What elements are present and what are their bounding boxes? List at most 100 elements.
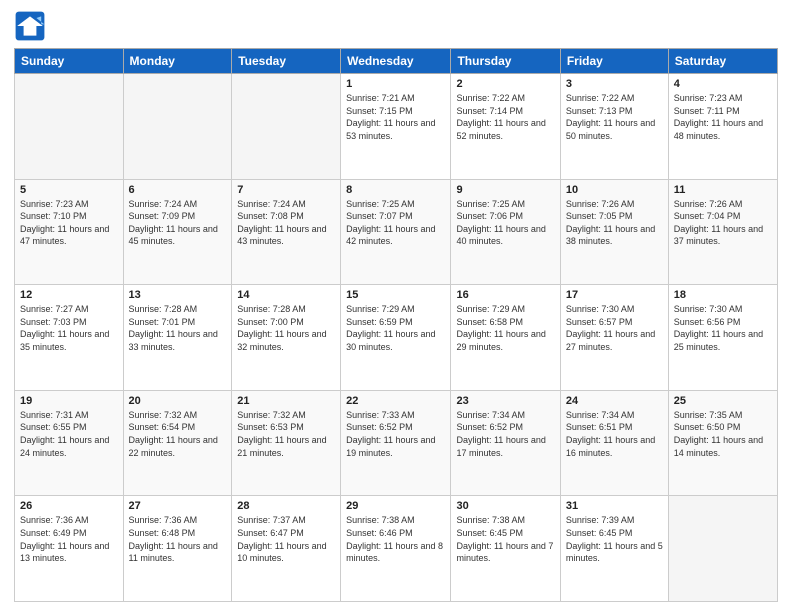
calendar-cell: 16Sunrise: 7:29 AMSunset: 6:58 PMDayligh… [451, 285, 560, 391]
day-number: 3 [566, 78, 663, 90]
cell-content: Sunrise: 7:28 AMSunset: 7:00 PMDaylight:… [237, 303, 335, 353]
day-number: 24 [566, 395, 663, 407]
day-number: 14 [237, 289, 335, 301]
calendar-cell: 23 Sunrise: 7:34 AMSunset: 6:52 PMDayligh… [451, 390, 560, 496]
calendar-header-row: SundayMondayTuesdayWednesdayThursdayFrid… [15, 49, 778, 74]
calendar-cell: 1 Sunrise: 7:21 AMSunset: 7:15 PMDaylight… [341, 74, 451, 180]
calendar-cell: 5 Sunrise: 7:23 AMSunset: 7:10 PMDaylight… [15, 179, 124, 285]
calendar-cell: 8 Sunrise: 7:25 AMSunset: 7:07 PMDaylight… [341, 179, 451, 285]
cell-content: Sunrise: 7:29 AMSunset: 6:59 PMDaylight:… [346, 303, 445, 353]
day-number: 8 [346, 184, 445, 196]
calendar-header-thursday: Thursday [451, 49, 560, 74]
calendar-cell: 27 Sunrise: 7:36 AMSunset: 6:48 PMDayligh… [123, 496, 232, 602]
day-number: 30 [456, 500, 554, 512]
calendar-header-monday: Monday [123, 49, 232, 74]
cell-content: Sunrise: 7:36 AMSunset: 6:48 PMDaylight:… [129, 514, 227, 564]
day-number: 20 [129, 395, 227, 407]
day-number: 7 [237, 184, 335, 196]
cell-content: Sunrise: 7:27 AMSunset: 7:03 PMDaylight:… [20, 303, 118, 353]
calendar-cell: 6Sunrise: 7:24 AMSunset: 7:09 PMDaylight… [123, 179, 232, 285]
calendar-header-tuesday: Tuesday [232, 49, 341, 74]
calendar-cell: 20 Sunrise: 7:32 AMSunset: 6:54 PMDayligh… [123, 390, 232, 496]
calendar-cell: 13Sunrise: 7:28 AMSunset: 7:01 PMDayligh… [123, 285, 232, 391]
calendar-cell: 11Sunrise: 7:26 AMSunset: 7:04 PMDayligh… [668, 179, 777, 285]
cell-content: Sunrise: 7:32 AMSunset: 6:53 PMDaylight:… [237, 409, 335, 459]
calendar-cell: 3 Sunrise: 7:22 AMSunset: 7:13 PMDaylight… [560, 74, 668, 180]
cell-content: Sunrise: 7:24 AMSunset: 7:08 PMDaylight:… [237, 198, 335, 248]
calendar-week-4: 19Sunrise: 7:31 AMSunset: 6:55 PMDayligh… [15, 390, 778, 496]
cell-content: Sunrise: 7:25 AMSunset: 7:06 PMDaylight:… [456, 198, 554, 248]
calendar-header-saturday: Saturday [668, 49, 777, 74]
cell-content: Sunrise: 7:32 AMSunset: 6:54 PMDaylight:… [129, 409, 227, 459]
day-number: 9 [456, 184, 554, 196]
cell-content: Sunrise: 7:21 AMSunset: 7:15 PMDaylight:… [346, 92, 445, 142]
day-number: 28 [237, 500, 335, 512]
day-number: 31 [566, 500, 663, 512]
cell-content: Sunrise: 7:30 AMSunset: 6:56 PMDaylight:… [674, 303, 772, 353]
calendar-cell: 26Sunrise: 7:36 AMSunset: 6:49 PMDayligh… [15, 496, 124, 602]
day-number: 17 [566, 289, 663, 301]
calendar-cell: 24 Sunrise: 7:34 AMSunset: 6:51 PMDayligh… [560, 390, 668, 496]
calendar-cell: 19Sunrise: 7:31 AMSunset: 6:55 PMDayligh… [15, 390, 124, 496]
cell-content: Sunrise: 7:22 AMSunset: 7:14 PMDaylight:… [456, 92, 554, 142]
cell-content: Sunrise: 7:31 AMSunset: 6:55 PMDaylight:… [20, 409, 118, 459]
calendar-cell: 31 Sunrise: 7:39 AMSunset: 6:45 PMDayligh… [560, 496, 668, 602]
day-number: 5 [20, 184, 118, 196]
calendar-cell: 18 Sunrise: 7:30 AMSunset: 6:56 PMDayligh… [668, 285, 777, 391]
cell-content: Sunrise: 7:23 AMSunset: 7:10 PMDaylight:… [20, 198, 118, 248]
calendar-cell: 9 Sunrise: 7:25 AMSunset: 7:06 PMDaylight… [451, 179, 560, 285]
calendar-cell: 30 Sunrise: 7:38 AMSunset: 6:45 PMDayligh… [451, 496, 560, 602]
cell-content: Sunrise: 7:38 AMSunset: 6:46 PMDaylight:… [346, 514, 445, 564]
cell-content: Sunrise: 7:39 AMSunset: 6:45 PMDaylight:… [566, 514, 663, 564]
calendar-week-5: 26Sunrise: 7:36 AMSunset: 6:49 PMDayligh… [15, 496, 778, 602]
day-number: 22 [346, 395, 445, 407]
calendar-cell [123, 74, 232, 180]
calendar-cell: 14 Sunrise: 7:28 AMSunset: 7:00 PMDayligh… [232, 285, 341, 391]
day-number: 1 [346, 78, 445, 90]
day-number: 2 [456, 78, 554, 90]
calendar-cell [15, 74, 124, 180]
calendar-header-sunday: Sunday [15, 49, 124, 74]
cell-content: Sunrise: 7:30 AMSunset: 6:57 PMDaylight:… [566, 303, 663, 353]
day-number: 16 [456, 289, 554, 301]
calendar-cell: 28 Sunrise: 7:37 AMSunset: 6:47 PMDayligh… [232, 496, 341, 602]
cell-content: Sunrise: 7:26 AMSunset: 7:05 PMDaylight:… [566, 198, 663, 248]
calendar-week-2: 5 Sunrise: 7:23 AMSunset: 7:10 PMDaylight… [15, 179, 778, 285]
cell-content: Sunrise: 7:25 AMSunset: 7:07 PMDaylight:… [346, 198, 445, 248]
day-number: 25 [674, 395, 772, 407]
calendar-cell: 10 Sunrise: 7:26 AMSunset: 7:05 PMDayligh… [560, 179, 668, 285]
calendar-cell: 25 Sunrise: 7:35 AMSunset: 6:50 PMDayligh… [668, 390, 777, 496]
calendar-week-3: 12Sunrise: 7:27 AMSunset: 7:03 PMDayligh… [15, 285, 778, 391]
logo-icon [14, 10, 46, 42]
day-number: 6 [129, 184, 227, 196]
day-number: 15 [346, 289, 445, 301]
day-number: 4 [674, 78, 772, 90]
calendar-cell: 17 Sunrise: 7:30 AMSunset: 6:57 PMDayligh… [560, 285, 668, 391]
cell-content: Sunrise: 7:35 AMSunset: 6:50 PMDaylight:… [674, 409, 772, 459]
cell-content: Sunrise: 7:36 AMSunset: 6:49 PMDaylight:… [20, 514, 118, 564]
calendar-header-friday: Friday [560, 49, 668, 74]
calendar-cell: 29 Sunrise: 7:38 AMSunset: 6:46 PMDayligh… [341, 496, 451, 602]
cell-content: Sunrise: 7:37 AMSunset: 6:47 PMDaylight:… [237, 514, 335, 564]
cell-content: Sunrise: 7:38 AMSunset: 6:45 PMDaylight:… [456, 514, 554, 564]
header [14, 10, 778, 42]
day-number: 27 [129, 500, 227, 512]
day-number: 23 [456, 395, 554, 407]
calendar: SundayMondayTuesdayWednesdayThursdayFrid… [14, 48, 778, 602]
calendar-cell: 2 Sunrise: 7:22 AMSunset: 7:14 PMDaylight… [451, 74, 560, 180]
cell-content: Sunrise: 7:34 AMSunset: 6:51 PMDaylight:… [566, 409, 663, 459]
day-number: 13 [129, 289, 227, 301]
calendar-week-1: 1 Sunrise: 7:21 AMSunset: 7:15 PMDaylight… [15, 74, 778, 180]
calendar-cell [232, 74, 341, 180]
cell-content: Sunrise: 7:34 AMSunset: 6:52 PMDaylight:… [456, 409, 554, 459]
cell-content: Sunrise: 7:33 AMSunset: 6:52 PMDaylight:… [346, 409, 445, 459]
calendar-cell [668, 496, 777, 602]
calendar-cell: 21Sunrise: 7:32 AMSunset: 6:53 PMDayligh… [232, 390, 341, 496]
calendar-cell: 7 Sunrise: 7:24 AMSunset: 7:08 PMDaylight… [232, 179, 341, 285]
day-number: 18 [674, 289, 772, 301]
logo [14, 10, 50, 42]
day-number: 10 [566, 184, 663, 196]
cell-content: Sunrise: 7:22 AMSunset: 7:13 PMDaylight:… [566, 92, 663, 142]
day-number: 29 [346, 500, 445, 512]
calendar-cell: 22 Sunrise: 7:33 AMSunset: 6:52 PMDayligh… [341, 390, 451, 496]
